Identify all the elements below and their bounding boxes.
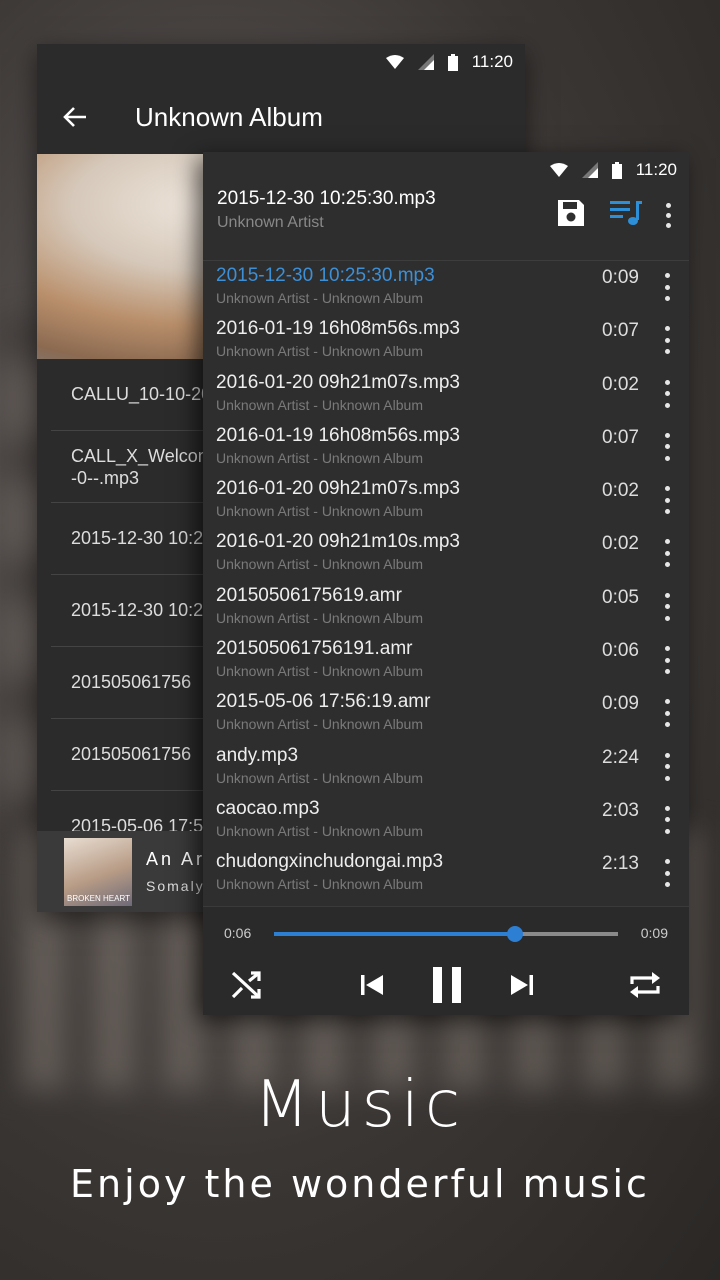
track-more-icon[interactable]	[659, 646, 675, 675]
track-more-icon[interactable]	[659, 432, 675, 461]
track-subtitle: Unknown Artist - Unknown Album	[216, 556, 423, 573]
status-bar: 11:20	[203, 152, 689, 188]
track-duration: 0:02	[602, 373, 639, 395]
track-row[interactable]: 2015-05-06 17:56:19.amr Unknown Artist -…	[203, 687, 689, 740]
mini-player-subtitle: Somaly	[146, 878, 205, 894]
track-title: 2016-01-19 16h08m56s.mp3	[216, 318, 461, 340]
track-title: 2016-01-19 16h08m56s.mp3	[216, 424, 461, 446]
track-duration: 0:09	[602, 693, 639, 715]
mini-art-label: BROKEN HEART	[67, 893, 130, 903]
track-subtitle: Unknown Artist - Unknown Album	[216, 343, 423, 360]
track-subtitle: Unknown Artist - Unknown Album	[216, 876, 423, 893]
track-title: chudongxinchudongai.mp3	[216, 851, 444, 873]
track-row[interactable]: andy.mp3 Unknown Artist - Unknown Album …	[203, 741, 689, 794]
seek-bar-fill	[274, 932, 515, 936]
track-title: 2016-01-20 09h21m07s.mp3	[216, 371, 461, 393]
track-duration: 0:05	[602, 586, 639, 608]
wifi-icon	[549, 163, 568, 177]
more-vert-icon[interactable]	[666, 203, 671, 228]
track-duration: 0:07	[602, 426, 639, 448]
shuffle-icon[interactable]	[227, 962, 267, 1008]
track-row[interactable]: 2016-01-20 09h21m07s.mp3 Unknown Artist …	[203, 368, 689, 421]
track-row[interactable]: 201505061756191.amr Unknown Artist - Unk…	[203, 634, 689, 687]
track-duration: 2:24	[602, 746, 639, 768]
track-row-active[interactable]: 2015-12-30 10:25:30.mp3 Unknown Artist -…	[203, 261, 689, 314]
mini-player-art: BROKEN HEART	[64, 837, 132, 906]
caption-title: Music	[253, 1068, 467, 1142]
repeat-icon[interactable]	[625, 962, 665, 1008]
track-subtitle: Unknown Artist - Unknown Album	[216, 822, 423, 839]
back-arrow-icon[interactable]	[37, 106, 113, 128]
status-time: 11:20	[635, 160, 677, 179]
track-subtitle: Unknown Artist - Unknown Album	[216, 769, 423, 786]
pause-icon[interactable]	[427, 962, 467, 1008]
track-row[interactable]: chudongxinchudongai.mp3 Unknown Artist -…	[203, 847, 689, 900]
mini-player-title: An Ar	[146, 849, 206, 869]
wifi-icon	[385, 55, 404, 69]
track-title: 20150506175619.amr	[216, 584, 402, 606]
now-playing-artist: Unknown Artist	[217, 214, 324, 231]
track-row[interactable]: 2016-01-19 16h08m56s.mp3 Unknown Artist …	[203, 314, 689, 367]
battery-icon	[611, 161, 622, 179]
track-list: 2015-12-30 10:25:30.mp3 Unknown Artist -…	[203, 260, 689, 901]
track-title: 2016-01-20 09h21m07s.mp3	[216, 478, 461, 500]
track-more-icon[interactable]	[659, 859, 675, 888]
track-more-icon[interactable]	[659, 539, 675, 568]
album-header: Unknown Album	[37, 80, 525, 154]
track-title: andy.mp3	[216, 744, 299, 766]
track-row[interactable]: 20150506175619.amr Unknown Artist - Unkn…	[203, 581, 689, 634]
track-more-icon[interactable]	[659, 273, 675, 301]
battery-icon	[447, 53, 458, 71]
track-duration: 2:03	[602, 799, 639, 821]
now-playing-title: 2015-12-30 10:25:30.mp3	[217, 188, 436, 209]
signal-icon	[417, 54, 434, 70]
save-icon[interactable]	[556, 198, 586, 233]
track-more-icon[interactable]	[659, 592, 675, 621]
track-subtitle: Unknown Artist - Unknown Album	[216, 503, 423, 520]
player-controls: 0:06 0:09	[203, 906, 689, 1015]
track-title: caocao.mp3	[216, 797, 320, 819]
caption-subtitle: Enjoy the wonderful music	[70, 1162, 650, 1206]
track-duration: 0:09	[602, 267, 639, 288]
album-title: Unknown Album	[135, 101, 323, 132]
seek-bar-thumb[interactable]	[506, 926, 523, 942]
now-playing-screen: 11:20 2015-12-30 10:25:30.mp3 Unknown Ar…	[203, 152, 689, 1015]
track-row[interactable]: 2016-01-20 09h21m10s.mp3 Unknown Artist …	[203, 527, 689, 580]
track-duration: 0:07	[602, 320, 639, 342]
signal-icon	[581, 162, 598, 178]
elapsed-time: 0:06	[224, 925, 252, 941]
status-bar: 11:20	[37, 44, 525, 80]
track-subtitle: Unknown Artist - Unknown Album	[216, 716, 423, 733]
track-title: 2015-05-06 17:56:19.amr	[216, 691, 431, 713]
total-time: 0:09	[640, 925, 668, 941]
track-row[interactable]: 2016-01-20 09h21m07s.mp3 Unknown Artist …	[203, 474, 689, 527]
track-more-icon[interactable]	[659, 379, 675, 408]
track-title: 2015-12-30 10:25:30.mp3	[216, 265, 435, 286]
track-more-icon[interactable]	[659, 486, 675, 515]
track-duration: 0:02	[602, 480, 639, 502]
track-more-icon[interactable]	[659, 326, 675, 355]
track-more-icon[interactable]	[659, 752, 675, 781]
track-title: 201505061756191.amr	[216, 638, 413, 660]
status-time: 11:20	[471, 52, 513, 71]
track-duration: 2:13	[602, 853, 639, 875]
track-subtitle: Unknown Artist - Unknown Album	[216, 663, 423, 680]
track-subtitle: Unknown Artist - Unknown Album	[216, 396, 423, 413]
track-row[interactable]: 2016-01-19 16h08m56s.mp3 Unknown Artist …	[203, 421, 689, 474]
seek-bar[interactable]	[274, 926, 618, 942]
previous-icon[interactable]	[355, 962, 389, 1008]
next-icon[interactable]	[505, 962, 539, 1008]
playlist-icon[interactable]	[610, 199, 642, 232]
track-row[interactable]: caocao.mp3 Unknown Artist - Unknown Albu…	[203, 794, 689, 847]
now-playing-header: 2015-12-30 10:25:30.mp3 Unknown Artist	[203, 188, 689, 260]
track-subtitle: Unknown Artist - Unknown Album	[216, 609, 423, 626]
track-more-icon[interactable]	[659, 699, 675, 728]
track-subtitle: Unknown Artist - Unknown Album	[216, 290, 423, 306]
track-title: 2016-01-20 09h21m10s.mp3	[216, 531, 461, 553]
track-duration: 0:06	[602, 640, 639, 662]
track-more-icon[interactable]	[659, 805, 675, 834]
track-duration: 0:02	[602, 533, 639, 555]
track-subtitle: Unknown Artist - Unknown Album	[216, 449, 423, 466]
